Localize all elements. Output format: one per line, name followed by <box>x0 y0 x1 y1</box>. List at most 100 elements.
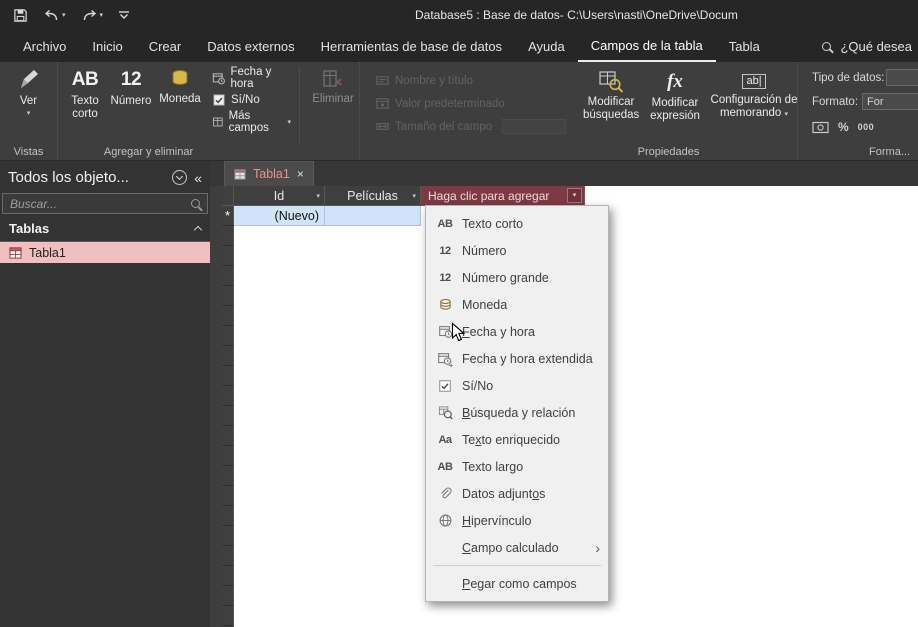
column-header-id[interactable]: Id ▾ <box>234 186 325 206</box>
record-selector-cell[interactable] <box>222 606 234 626</box>
chevron-down-icon: ▾ <box>62 11 66 19</box>
nav-section-tablas[interactable]: Tablas <box>0 214 210 242</box>
menu-tab-herramientas-de-base-de-datos[interactable]: Herramientas de base de datos <box>308 30 515 62</box>
add-field-dropdown-button[interactable]: ▾ <box>567 188 582 203</box>
record-selector-cell[interactable] <box>222 586 234 606</box>
more-fields-button[interactable]: Más campos ▾ <box>212 110 291 134</box>
record-selector-cell[interactable] <box>222 406 234 426</box>
apply-currency-icon[interactable] <box>812 121 829 134</box>
nav-menu-circle-icon[interactable] <box>172 170 188 185</box>
record-selector-cell[interactable] <box>222 426 234 446</box>
number-button[interactable]: 12 Número <box>108 62 154 108</box>
menu-item-numero-grande[interactable]: 12 Número grande <box>426 264 608 291</box>
collapse-pane-icon[interactable]: « <box>194 170 202 186</box>
yes-no-label: Sí/No <box>231 94 260 106</box>
save-button[interactable] <box>13 8 28 23</box>
menu-item-campo-calculado[interactable]: Campo calculado › <box>426 534 608 561</box>
menu-item-pegar-como-campos[interactable]: Pegar como campos <box>426 570 608 597</box>
menu-item-numero[interactable]: 12 Número <box>426 237 608 264</box>
undo-icon <box>44 9 58 20</box>
menu-tab-datos-externos[interactable]: Datos externos <box>194 30 307 62</box>
short-text-button[interactable]: AB Texto corto <box>62 62 108 121</box>
menu-item-texto-largo[interactable]: AB Texto largo <box>426 453 608 480</box>
hyperlink-icon <box>436 513 454 529</box>
format-select[interactable]: For <box>862 93 918 110</box>
record-selector-cell[interactable] <box>222 486 234 506</box>
currency-label: Moneda <box>159 93 201 105</box>
view-button[interactable]: Ver ▾ <box>0 62 57 117</box>
thousands-separator-icon[interactable]: 000 <box>858 122 875 132</box>
long-text-icon: AB <box>437 460 453 473</box>
customize-quick-access-button[interactable] <box>119 10 130 20</box>
record-selector-cell[interactable] <box>222 566 234 586</box>
number-format-buttons: % 000 <box>812 120 874 134</box>
filter-dropdown-icon[interactable]: ▾ <box>316 192 320 200</box>
menubar-tabs: Archivo Inicio Crear Datos externos Herramie… <box>10 30 773 62</box>
menu-item-busqueda-y-relacion[interactable]: Búsqueda y relación <box>426 399 608 426</box>
memo-settings-button[interactable]: ab| Configuración de memorando ▾ <box>708 64 800 120</box>
record-selector-cell[interactable] <box>222 246 234 266</box>
data-type-select[interactable] <box>886 69 918 86</box>
menu-tab-tabla[interactable]: Tabla <box>716 30 773 62</box>
record-selector-cell[interactable] <box>222 226 234 246</box>
search-icon <box>191 199 200 208</box>
filter-dropdown-icon[interactable]: ▾ <box>412 192 416 200</box>
chevron-down-icon: ▾ <box>26 110 31 117</box>
yes-no-button[interactable]: Sí/No <box>212 91 291 109</box>
record-selector-cell[interactable] <box>222 366 234 386</box>
close-icon[interactable]: × <box>297 168 304 180</box>
record-selector-cell[interactable] <box>222 446 234 466</box>
cell-peliculas-new[interactable] <box>325 206 421 226</box>
currency-coins-icon <box>172 70 188 86</box>
currency-button[interactable]: Moneda <box>154 62 206 106</box>
modify-lookups-label: Modificar búsquedas <box>583 96 640 121</box>
select-all-corner[interactable] <box>222 186 234 206</box>
field-properties-stack: Nombre y título Valor predeterminado Tam… <box>376 69 567 138</box>
record-selector-cell[interactable] <box>222 466 234 486</box>
column-header-add-field[interactable]: Haga clic para agregar ▾ <box>421 186 585 206</box>
menu-item-texto-corto[interactable]: AB Texto corto <box>426 210 608 237</box>
menu-tab-archivo[interactable]: Archivo <box>10 30 79 62</box>
short-text-icon: AB <box>71 69 99 90</box>
column-header-peliculas[interactable]: Películas ▾ <box>325 186 421 206</box>
redo-button[interactable]: ▾ <box>82 9 103 22</box>
menu-item-si-no[interactable]: Sí/No <box>426 372 608 399</box>
nav-item-tabla1[interactable]: Tabla1 <box>0 242 210 263</box>
percent-icon[interactable]: % <box>838 120 849 134</box>
record-selector-cell[interactable] <box>222 386 234 406</box>
record-selector-cell[interactable] <box>222 266 234 286</box>
record-selector-cell[interactable] <box>222 306 234 326</box>
menu-tab-crear[interactable]: Crear <box>136 30 195 62</box>
record-selector-cell[interactable] <box>222 546 234 566</box>
attachment-icon <box>436 486 454 502</box>
record-selector-cell[interactable] <box>222 526 234 546</box>
new-record-selector[interactable]: * <box>222 206 234 226</box>
record-selector-cell[interactable] <box>222 286 234 306</box>
menu-item-hipervinculo[interactable]: Hipervínculo <box>426 507 608 534</box>
tell-me-search[interactable]: ¿Qué desea <box>822 30 912 62</box>
menu-item-label: Sí/No <box>462 378 494 393</box>
submenu-arrow-icon: › <box>595 539 600 556</box>
nav-search-box[interactable]: Buscar... <box>2 193 208 214</box>
menu-tab-inicio[interactable]: Inicio <box>79 30 135 62</box>
record-selector-cell[interactable] <box>222 326 234 346</box>
date-time-button[interactable]: Fecha y hora <box>212 66 291 90</box>
record-selector-cell[interactable] <box>222 346 234 366</box>
menu-item-datos-adjuntos[interactable]: Datos adjuntos <box>426 480 608 507</box>
ribbon-divider <box>299 67 300 143</box>
cell-id-new[interactable]: (Nuevo) <box>234 206 325 226</box>
menu-tab-campos-de-la-tabla[interactable]: Campos de la tabla <box>577 30 716 62</box>
modify-expression-button[interactable]: fx Modificar expresión <box>646 64 704 123</box>
record-selector-column <box>222 226 234 627</box>
record-selector-cell[interactable] <box>222 506 234 526</box>
modify-lookups-button[interactable]: Modificar búsquedas <box>582 64 640 122</box>
undo-button[interactable]: ▾ <box>44 9 66 22</box>
menu-item-fecha-y-hora-extendida[interactable]: Fecha y hora extendida <box>426 345 608 372</box>
expression-fx-icon: fx <box>667 71 683 92</box>
document-tab-tabla1[interactable]: Tabla1 × <box>224 161 314 186</box>
number-icon: 12 <box>120 69 142 90</box>
menu-item-texto-enriquecido[interactable]: Aa Texto enriquecido <box>426 426 608 453</box>
menu-item-moneda[interactable]: Moneda <box>426 291 608 318</box>
menu-tab-ayuda[interactable]: Ayuda <box>515 30 578 62</box>
column-header-label: Id <box>273 188 285 203</box>
